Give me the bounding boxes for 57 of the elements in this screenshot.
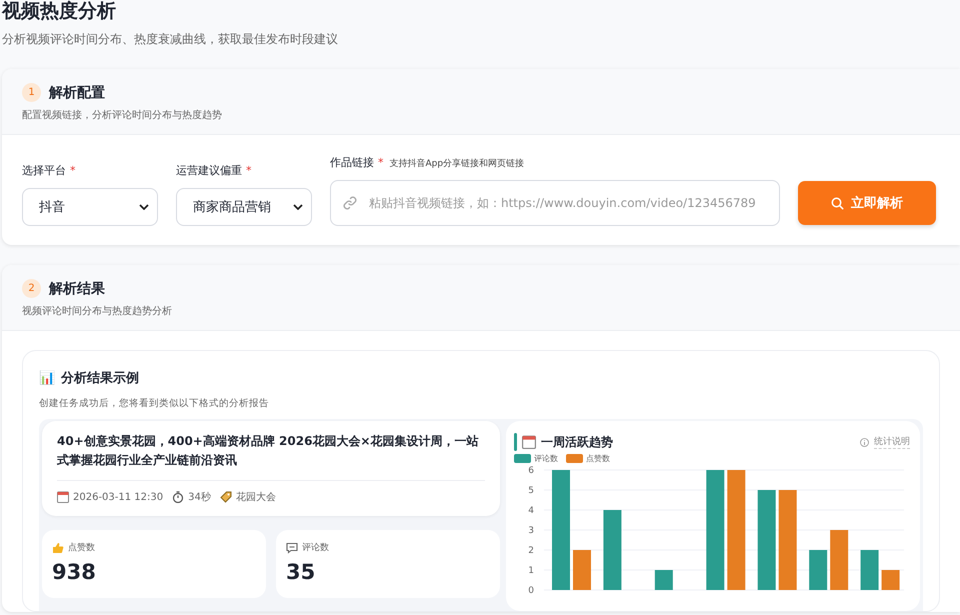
y-tick-label: 5: [528, 486, 534, 496]
required-mark: *: [378, 156, 384, 169]
calendar-icon: [522, 435, 536, 449]
video-tag: 花园大会: [236, 490, 276, 504]
chart-emoji-icon: 📊: [39, 370, 55, 386]
y-tick-label: 0: [528, 586, 534, 596]
y-tick-label: 6: [528, 466, 534, 476]
info-icon: [860, 438, 869, 446]
select-field[interactable]: 商家商品营销: [176, 188, 312, 226]
video-duration: 34秒: [188, 490, 211, 504]
chevron-down-icon: [139, 204, 149, 210]
calendar-icon: [57, 491, 69, 503]
field-hint: 支持抖音App分享链接和网页链接: [390, 158, 524, 170]
section-title: 解析配置: [49, 84, 105, 102]
chart-title: 一周活跃趋势: [541, 434, 613, 450]
step-badge: 2: [22, 279, 41, 298]
video-title: 40+创意实景花园，400+高端资材品牌 2026花园大会×花园集设计周，一站式掌握花园行业全产业链前沿资讯: [57, 433, 480, 469]
step-badge: 1: [22, 83, 41, 102]
y-tick-label: 2: [528, 546, 534, 556]
example-subtitle: 创建任务成功后，您将看到类似以下格式的分析报告: [39, 397, 270, 410]
section-subtitle: 视频评论时间分布与热度趋势分析: [22, 304, 173, 318]
stat-value: 938: [52, 560, 97, 584]
field-label: 选择平台: [22, 163, 66, 178]
page-subtitle: 分析视频评论时间分布、热度衰减曲线，获取最佳发布时段建议: [2, 31, 339, 48]
y-tick-label: 4: [528, 506, 534, 516]
help-link[interactable]: 统计说明: [874, 435, 910, 449]
stat-label: 评论数: [302, 542, 329, 554]
page-title: 视频热度分析: [2, 0, 117, 22]
bar: [654, 570, 673, 590]
field-label: 作品链接: [330, 155, 374, 170]
stat-label: 点赞数: [68, 542, 95, 554]
bar: [809, 550, 828, 590]
required-mark: *: [246, 164, 252, 177]
bar: [882, 570, 900, 590]
stat-value: 35: [286, 560, 316, 584]
y-tick-label: 1: [528, 566, 534, 576]
required-mark: *: [70, 164, 76, 177]
comment-icon: [286, 542, 298, 554]
example-title: 分析结果示例: [61, 370, 139, 387]
bar: [830, 530, 848, 590]
thumbs-up-icon: [52, 542, 64, 554]
bar: [860, 550, 879, 590]
field-label: 运营建议偏重: [176, 163, 242, 178]
publish-date: 2026-03-11 12:30: [73, 492, 164, 502]
legend-label: 点赞数: [586, 453, 610, 464]
stopwatch-icon: [172, 491, 184, 503]
legend-label: 评论数: [534, 453, 558, 464]
accent-bar: [514, 433, 517, 451]
link-input-field[interactable]: 粘贴抖音视频链接，如：https://www.douyin.com/video/123456789: [330, 180, 780, 226]
search-icon: [831, 196, 844, 210]
section-title: 解析结果: [49, 280, 105, 298]
tag-icon: [220, 491, 232, 503]
section-subtitle: 配置视频链接，分析评论时间分布与热度趋势: [22, 108, 223, 122]
select-field[interactable]: 抖音: [22, 188, 158, 226]
bar: [573, 550, 591, 590]
chevron-down-icon: [293, 204, 303, 210]
y-tick-label: 3: [528, 526, 534, 536]
